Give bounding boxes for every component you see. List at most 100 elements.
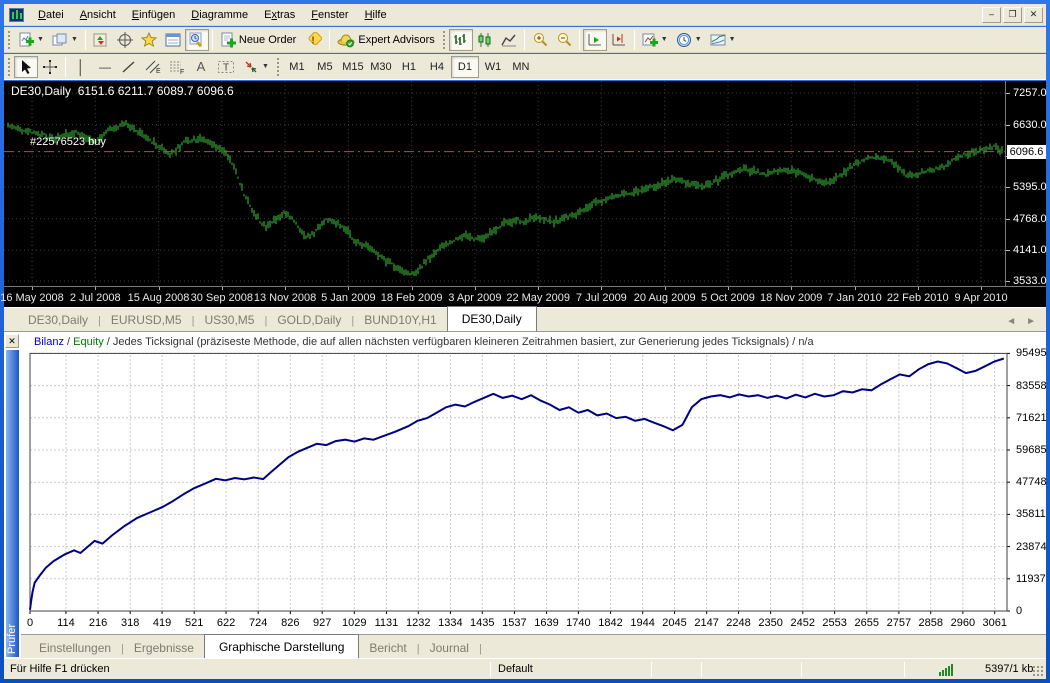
- market-watch-button[interactable]: [89, 29, 113, 51]
- tester-tab-journal[interactable]: Journal: [420, 637, 479, 659]
- zoom-in-icon: [532, 32, 548, 48]
- toolbar-grip[interactable]: [7, 30, 11, 50]
- timeframe-m15[interactable]: M15: [339, 56, 367, 78]
- timeframe-w1[interactable]: W1: [479, 56, 507, 78]
- toolbar-grip[interactable]: [7, 57, 11, 77]
- crosshair-button[interactable]: [38, 56, 62, 78]
- periods-button[interactable]: ▼: [672, 29, 706, 51]
- legend-mode: Jedes Ticksignal (präziseste Methode, di…: [113, 336, 789, 348]
- menu-bar: DateiAnsichtEinfügenDiagrammeExtrasFenst…: [4, 4, 1046, 26]
- legend-na: n/a: [798, 336, 813, 348]
- indicators-icon: [642, 32, 658, 48]
- chart-shift-button[interactable]: [607, 29, 631, 51]
- equity-graph-canvas[interactable]: [21, 332, 1046, 634]
- menu-fenster[interactable]: Fenster: [303, 6, 356, 24]
- trendline-button[interactable]: [117, 56, 141, 78]
- legend-balance: Bilanz: [34, 336, 64, 348]
- status-profile[interactable]: Default: [492, 659, 650, 679]
- chart-tab-bund10y-h1[interactable]: BUND10Y,H1: [354, 309, 446, 331]
- equity-x-tick: 2858: [918, 617, 942, 629]
- timeframe-m30[interactable]: M30: [367, 56, 395, 78]
- auto-scroll-button[interactable]: [583, 29, 607, 51]
- new-order-button[interactable]: Neue Order: [216, 29, 300, 51]
- equity-x-tick: 1740: [566, 617, 590, 629]
- tester-panel-title: Prüfer: [6, 624, 19, 654]
- templates-button[interactable]: ▼: [706, 29, 740, 51]
- terminal-button[interactable]: [161, 29, 185, 51]
- metaeditor-button[interactable]: !: [300, 29, 326, 51]
- equity-x-tick: 1334: [438, 617, 462, 629]
- timeframe-h4[interactable]: H4: [423, 56, 451, 78]
- chart-tab-gold-daily[interactable]: GOLD,Daily: [267, 309, 351, 331]
- tester-tab-graphische-darstellung[interactable]: Graphische Darstellung: [204, 634, 359, 659]
- menu-ansicht[interactable]: Ansicht: [72, 6, 124, 24]
- price-tick: 7257.0: [1013, 87, 1047, 99]
- horizontal-line-button[interactable]: —: [93, 56, 117, 78]
- equity-x-tick: 2045: [662, 617, 686, 629]
- timeframe-m1[interactable]: M1: [283, 56, 311, 78]
- cursor-button[interactable]: [14, 56, 38, 78]
- time-axis[interactable]: 16 May 20082 Jul 200815 Aug 200830 Sep 2…: [4, 286, 1046, 307]
- chart-tab-de30-daily[interactable]: DE30,Daily: [447, 306, 537, 331]
- toolbar-grip[interactable]: [442, 30, 446, 50]
- expert-advisors-button[interactable]: Expert Advisors: [333, 29, 438, 51]
- bar-chart-button[interactable]: [449, 29, 473, 51]
- toolbar-grip[interactable]: [276, 57, 280, 77]
- timeframe-d1[interactable]: D1: [451, 56, 479, 78]
- resize-grip[interactable]: [1031, 664, 1044, 677]
- tester-side-bar[interactable]: [6, 350, 19, 657]
- equity-x-tick: 1435: [470, 617, 494, 629]
- fibonacci-button[interactable]: F: [165, 56, 189, 78]
- menu-extras[interactable]: Extras: [256, 6, 303, 24]
- price-chart-canvas[interactable]: [4, 81, 1005, 286]
- current-price-box: 6096.6: [1007, 145, 1046, 159]
- chart-tab-eurusd-m5[interactable]: EURUSD,M5: [101, 309, 192, 331]
- menu-hilfe[interactable]: Hilfe: [357, 6, 395, 24]
- text-label-button[interactable]: T: [213, 56, 239, 78]
- tester-close-button[interactable]: ✕: [5, 334, 19, 348]
- timeframe-h1[interactable]: H1: [395, 56, 423, 78]
- navigator-button[interactable]: [137, 29, 161, 51]
- profiles-button[interactable]: ▼: [48, 29, 82, 51]
- equity-x-tick: 0: [27, 617, 33, 629]
- time-tick: 30 Sep 2008: [191, 292, 253, 304]
- tester-tab-bericht[interactable]: Bericht: [359, 637, 416, 659]
- chart-tab-us30-m5[interactable]: US30,M5: [194, 309, 264, 331]
- strategy-tester-button[interactable]: [185, 29, 209, 51]
- vertical-line-button[interactable]: │: [69, 56, 93, 78]
- arrows-button[interactable]: ▼: [239, 56, 273, 78]
- data-window-button[interactable]: [113, 29, 137, 51]
- menu-einfügen[interactable]: Einfügen: [124, 6, 183, 24]
- timeframe-m5[interactable]: M5: [311, 56, 339, 78]
- timeframe-mn[interactable]: MN: [507, 56, 535, 78]
- vertical-line-icon: │: [77, 60, 86, 74]
- dropdown-arrow-icon: ▼: [262, 63, 269, 70]
- equity-x-tick: 2655: [855, 617, 879, 629]
- equity-x-tick: 1944: [630, 617, 654, 629]
- menu-datei[interactable]: Datei: [30, 6, 72, 24]
- text-button[interactable]: A: [189, 56, 213, 78]
- chart-tabs: DE30,Daily|EURUSD,M5|US30,M5|GOLD,Daily|…: [18, 306, 537, 331]
- new-chart-button[interactable]: ▼: [14, 29, 48, 51]
- zoom-in-button[interactable]: [528, 29, 552, 51]
- menu-diagramme[interactable]: Diagramme: [183, 6, 256, 24]
- time-tick: 18 Feb 2009: [381, 292, 443, 304]
- restore-button[interactable]: ❐: [1003, 7, 1022, 23]
- equidistant-channel-button[interactable]: E: [141, 56, 165, 78]
- candlestick-chart-button[interactable]: [473, 29, 497, 51]
- tester-tab-einstellungen[interactable]: Einstellungen: [29, 637, 121, 659]
- tab-scroll-left-icon[interactable]: ◄: [1006, 316, 1016, 327]
- line-chart-button[interactable]: [497, 29, 521, 51]
- time-tick: 13 Nov 2008: [254, 292, 316, 304]
- price-axis[interactable]: 7257.06630.06003.05395.04768.04141.03533…: [1005, 81, 1046, 286]
- tab-scroll-right-icon[interactable]: ►: [1026, 316, 1036, 327]
- tester-tab-ergebnisse[interactable]: Ergebnisse: [124, 637, 204, 659]
- chart-tab-de30-daily[interactable]: DE30,Daily: [18, 309, 98, 331]
- time-tick: 15 Aug 2008: [128, 292, 190, 304]
- indicators-button[interactable]: ▼: [638, 29, 672, 51]
- close-button[interactable]: ✕: [1024, 7, 1043, 23]
- zoom-out-button[interactable]: [552, 29, 576, 51]
- minimize-button[interactable]: –: [982, 7, 1001, 23]
- chart-window[interactable]: DE30,Daily 6151.6 6211.7 6089.7 6096.6 #…: [4, 81, 1046, 307]
- price-tick: 6630.0: [1013, 119, 1047, 131]
